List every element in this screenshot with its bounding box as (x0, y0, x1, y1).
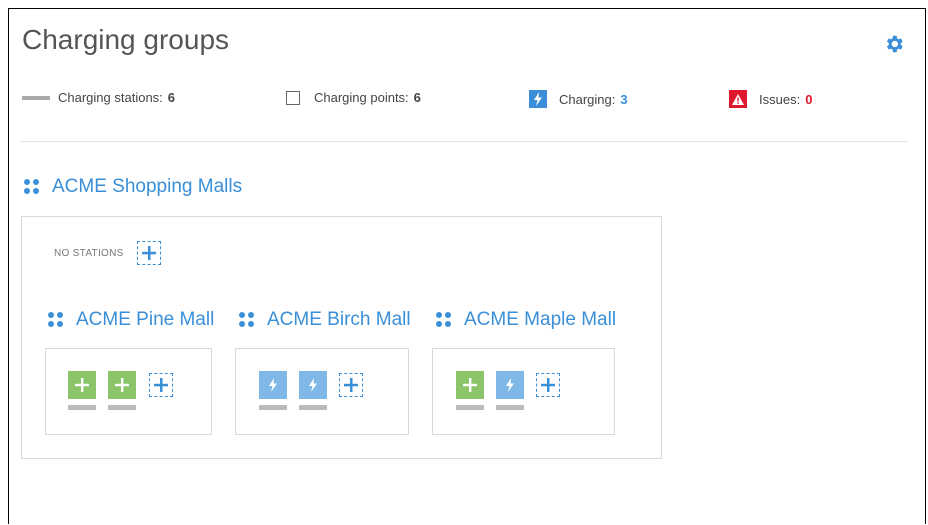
settings-gear-icon[interactable] (883, 33, 905, 55)
add-station-button[interactable] (137, 241, 161, 265)
group-title-acme-shopping-malls[interactable]: ACME Shopping Malls (24, 176, 242, 198)
plus-icon (154, 378, 168, 392)
charging-station-available[interactable] (68, 371, 96, 411)
lightning-icon (506, 378, 514, 392)
plus-icon (75, 378, 89, 392)
group-title-acme-birch-mall[interactable]: ACME Birch Mall (239, 309, 411, 331)
group-name[interactable]: ACME Pine Mall (76, 309, 214, 331)
drag-dots-icon[interactable] (436, 312, 452, 328)
add-station-button[interactable] (536, 373, 560, 397)
stat-charging-label: Charging: (559, 91, 616, 107)
stat-stations-label: Charging stations: (58, 90, 163, 105)
warning-icon (729, 90, 747, 108)
stat-points-label: Charging points: (314, 90, 409, 105)
group-title-acme-maple-mall[interactable]: ACME Maple Mall (436, 309, 616, 331)
charging-station-available[interactable] (108, 371, 136, 411)
stat-charging: Charging: 3 (529, 90, 628, 108)
group-name[interactable]: ACME Shopping Malls (52, 176, 242, 198)
stat-charging-stations: Charging stations: 6 (22, 90, 175, 105)
lightning-icon (269, 378, 277, 392)
charging-station-available[interactable] (456, 371, 484, 411)
group-name[interactable]: ACME Maple Mall (464, 309, 616, 331)
stat-issues: Issues: 0 (729, 90, 812, 108)
no-stations-label: NO STATIONS (54, 248, 124, 259)
drag-dots-icon[interactable] (48, 312, 64, 328)
group-name[interactable]: ACME Birch Mall (267, 309, 411, 331)
stat-stations-value: 6 (167, 90, 176, 105)
group-title-acme-pine-mall[interactable]: ACME Pine Mall (48, 309, 214, 331)
stats-bar: Charging stations: 6 Charging points: 6 … (0, 90, 928, 110)
plus-icon (115, 378, 129, 392)
charging-station-charging[interactable] (496, 371, 524, 411)
lightning-icon (529, 90, 547, 108)
drag-dots-icon[interactable] (24, 179, 40, 195)
add-station-button[interactable] (339, 373, 363, 397)
add-station-button[interactable] (149, 373, 173, 397)
stat-points-value: 6 (413, 90, 421, 105)
plus-icon (541, 378, 555, 392)
charging-station-charging[interactable] (259, 371, 287, 411)
divider (20, 141, 908, 142)
page-title: Charging groups (22, 24, 230, 55)
plus-icon (344, 378, 358, 392)
plus-icon (142, 246, 156, 260)
stat-charging-value: 3 (620, 91, 628, 107)
drag-dots-icon[interactable] (239, 312, 255, 328)
lightning-icon (309, 378, 317, 392)
point-box-icon (286, 90, 300, 105)
charging-station-charging[interactable] (299, 371, 327, 411)
stat-charging-points: Charging points: 6 (286, 90, 421, 105)
plus-icon (463, 378, 477, 392)
station-line-icon (22, 95, 50, 100)
stat-issues-value: 0 (805, 91, 813, 107)
stat-issues-label: Issues: (759, 91, 801, 107)
